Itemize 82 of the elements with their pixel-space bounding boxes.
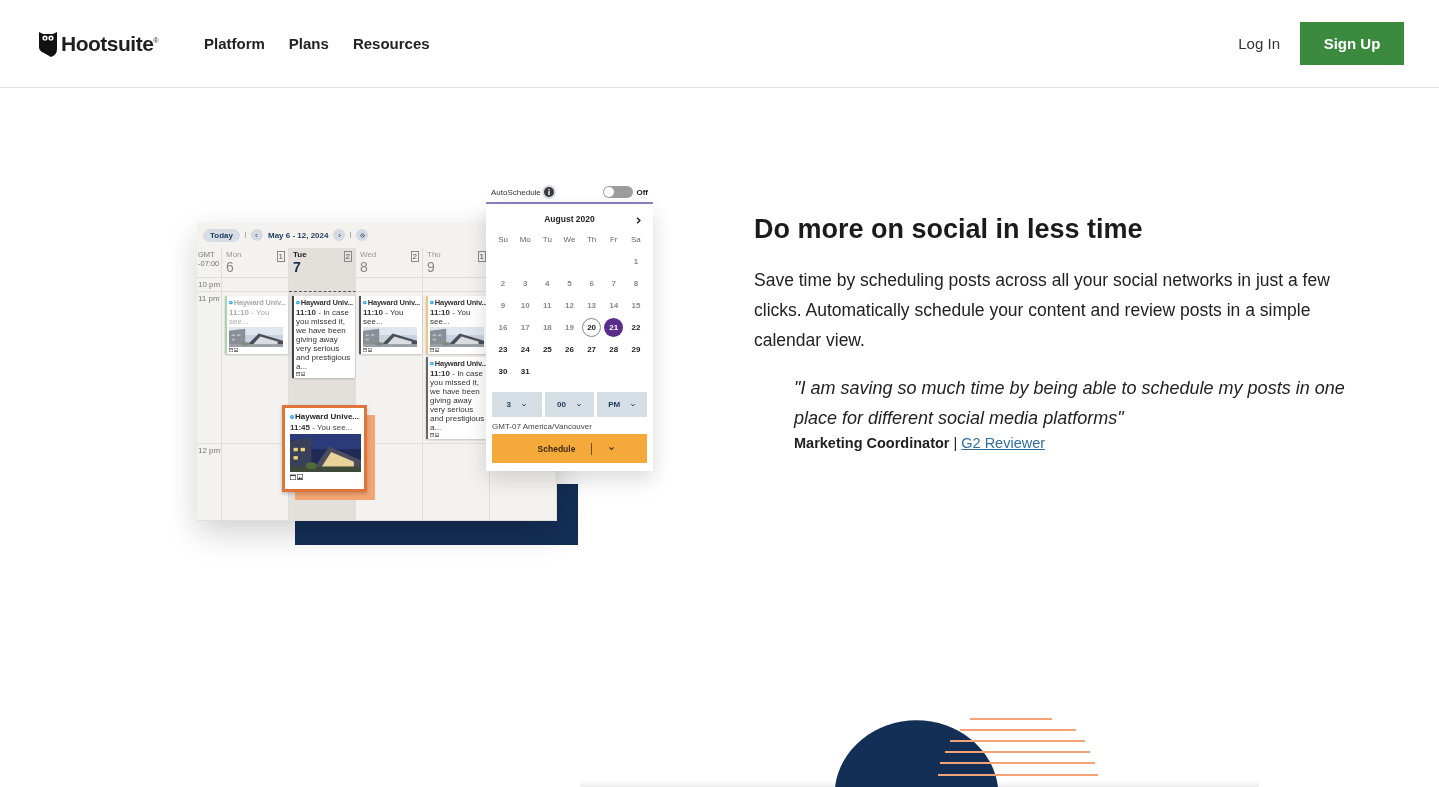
post-text: 11:10 - You see... (430, 308, 472, 326)
schedule-button[interactable]: Schedule (492, 434, 647, 463)
calendar-day[interactable]: 26 (560, 339, 579, 359)
day-number: 6 (226, 259, 234, 275)
brand-name: Hootsuite$^{®}$ (61, 31, 158, 56)
time-label: 10 pm (197, 279, 221, 291)
day-name: Mon (226, 250, 242, 259)
chevron-down-icon (630, 401, 637, 408)
nav-link[interactable]: Platform (204, 35, 265, 52)
calendar-day[interactable]: 21 (604, 317, 624, 337)
testimonial-quote: "I am saving so much time by being able to schedule my posts in one place for different social media platforms" (794, 377, 1346, 430)
time-select[interactable]: 00 (544, 392, 595, 417)
calendar-day[interactable]: 31 (515, 361, 535, 381)
post-title: Hayward Unive... (294, 412, 359, 421)
post-count: 1 (276, 251, 285, 262)
weekday-label: Tu (542, 234, 552, 244)
chevron-left-icon (254, 232, 260, 238)
weekday-label: Mo (519, 234, 531, 244)
time-label: 12 pm (197, 445, 221, 457)
signup-button[interactable]: Sign Up (1300, 22, 1404, 65)
timezone-text: GMT-07 America/Vancouver (492, 422, 593, 431)
next-week-button[interactable] (333, 229, 346, 241)
bird-icon (363, 300, 367, 305)
calendar-day[interactable]: 22 (626, 317, 646, 337)
post-text: 11:10 - In case you missed it, we have been giving away very serious and prestigious a... (430, 369, 486, 432)
time-label: 11 pm (197, 293, 221, 305)
chevron-right-icon (336, 232, 342, 238)
day-name: Wed (360, 250, 377, 259)
post-text: 11:10 - In case you missed it, we have been giving away very serious and prestigious a... (296, 308, 352, 371)
owl-logo-icon (38, 30, 58, 57)
chevron-down-icon (521, 401, 528, 408)
bird-icon (430, 300, 434, 305)
autoschedule-toggle[interactable] (603, 186, 634, 198)
bird-icon (296, 300, 300, 305)
weekday-label: Sa (631, 234, 641, 244)
chevron-down-icon (575, 401, 582, 408)
calendar-day[interactable]: 28 (604, 339, 624, 359)
previous-week-button[interactable] (250, 229, 263, 241)
section-paragraph: Save time by scheduling posts across all your social networks in just a few clicks. Automatically schedule your content and review posts in a simple calendar view. (754, 269, 1331, 352)
calendar-day[interactable]: 27 (582, 339, 602, 359)
chevron-right-icon (634, 216, 643, 225)
nav-link[interactable]: Resources (352, 35, 430, 52)
login-link[interactable]: Log In (1238, 35, 1280, 52)
calendar-day[interactable]: 25 (537, 339, 557, 359)
autoschedule-label: AutoSchedule (491, 187, 541, 197)
post-text: 11:10 - You see... (229, 308, 271, 326)
post-count: 2 (343, 251, 352, 262)
author-name: Marketing Coordinator (794, 435, 950, 451)
bird-icon (430, 361, 434, 366)
time-select[interactable]: 3 (492, 392, 542, 417)
post-count: 2 (410, 251, 419, 262)
weekday-label: Th (586, 234, 597, 244)
day-number: 8 (360, 259, 368, 275)
weekday-label: We (563, 234, 576, 244)
bird-icon (290, 413, 294, 420)
nav-link[interactable]: Plans (288, 35, 329, 52)
day-number: 7 (293, 259, 301, 275)
source-link[interactable]: G2 Reviewer (961, 435, 1046, 451)
day-name: Tue (293, 250, 307, 259)
info-icon (543, 187, 554, 197)
calendar-day[interactable]: 30 (493, 361, 513, 381)
calendar-day[interactable]: 29 (626, 339, 646, 359)
bird-icon (229, 300, 233, 305)
day-number: 9 (427, 259, 435, 275)
section-heading: Do more on social in less time (754, 214, 1144, 245)
date-range: May 6 - 12, 2024 (267, 230, 329, 240)
post-text: 11:45 - You see... (290, 423, 354, 432)
settings-icon (359, 232, 365, 238)
settings-button[interactable] (356, 229, 369, 241)
calendar-day[interactable]: 23 (493, 339, 513, 359)
weekday-label: Fr (610, 234, 618, 244)
dragged-post-card[interactable]: Hayward Unive... 11:45 - You see... (282, 405, 367, 492)
separator: | (953, 435, 958, 451)
day-name: Thu (427, 250, 441, 259)
chevron-down-icon (608, 445, 616, 452)
month-label: August 2020 (544, 214, 595, 224)
time-select[interactable]: PM (597, 392, 647, 417)
today-button[interactable]: Today (203, 228, 240, 242)
calendar-day[interactable]: 24 (515, 339, 535, 359)
post-text: 11:10 - You see... (363, 308, 405, 326)
weekday-label: Su (498, 234, 508, 244)
toggle-state: Off (636, 187, 648, 197)
